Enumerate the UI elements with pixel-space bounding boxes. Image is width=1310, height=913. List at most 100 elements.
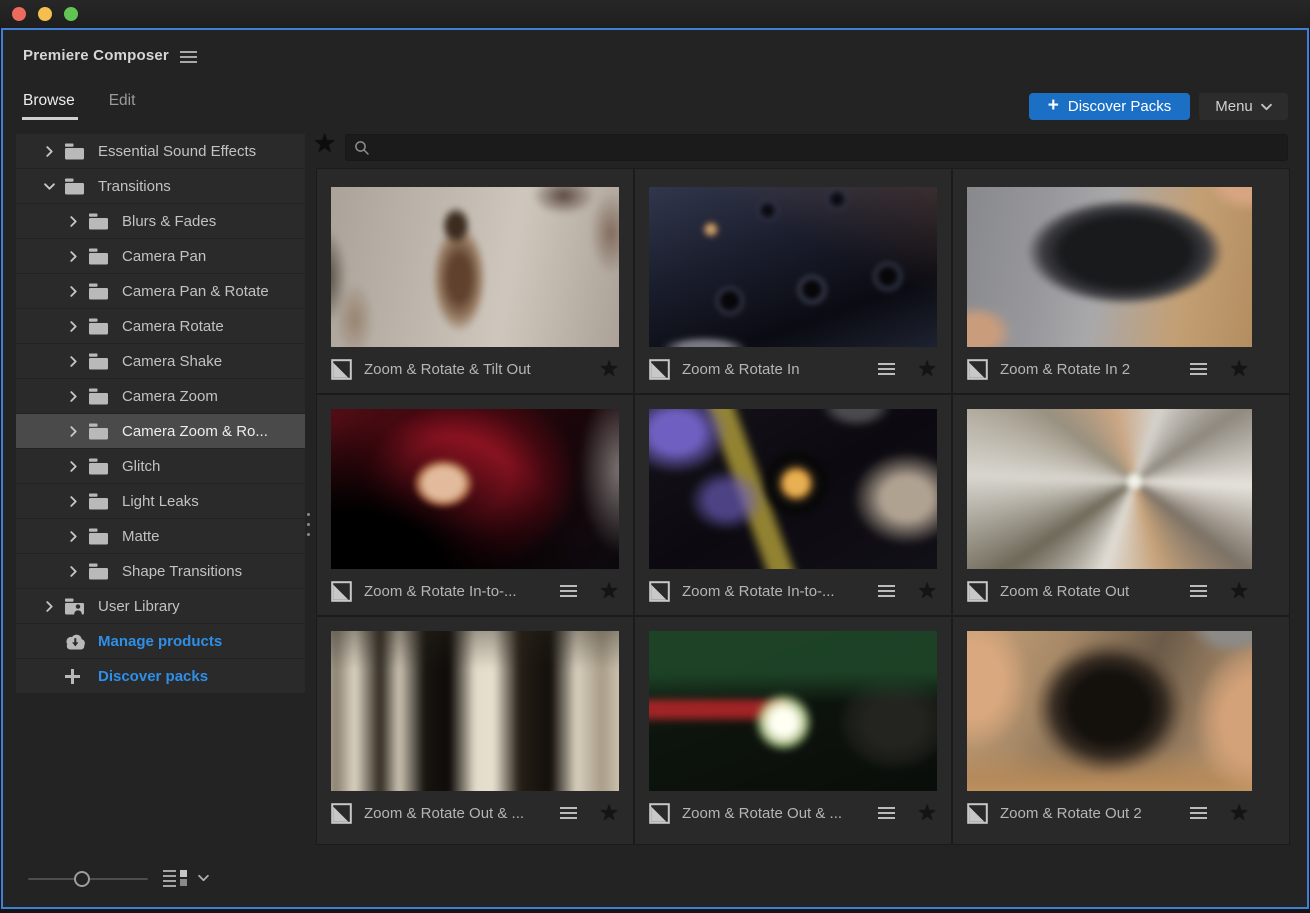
transition-card[interactable]: Zoom & Rotate Out 2 ★ <box>953 617 1289 844</box>
close-window-icon[interactable] <box>12 7 26 21</box>
favorite-star-icon[interactable]: ★ <box>1229 580 1249 602</box>
sidebar-item-user-library[interactable]: User Library <box>16 589 305 624</box>
search-input[interactable] <box>378 138 1279 157</box>
transition-card[interactable]: Zoom & Rotate In-to-... ★ <box>635 395 951 615</box>
sidebar-item-label: Manage products <box>98 632 223 650</box>
transition-card[interactable]: Zoom & Rotate In-to-... ★ <box>317 395 633 615</box>
card-options-menu-icon[interactable] <box>878 590 896 592</box>
transition-card[interactable]: Zoom & Rotate In ★ <box>635 169 951 393</box>
thumbnail-size-slider[interactable] <box>28 870 148 888</box>
thumbnail-image <box>649 187 937 347</box>
chevron-down-icon[interactable] <box>42 181 56 192</box>
sidebar-item-label: Camera Rotate <box>122 317 224 335</box>
sidebar-item-camera-pan[interactable]: Camera Pan <box>16 239 305 274</box>
sidebar-item-label: Camera Pan & Rotate <box>122 282 269 300</box>
transition-card[interactable]: Zoom & Rotate Out & ... ★ <box>317 617 633 844</box>
zoom-window-icon[interactable] <box>64 7 78 21</box>
slider-knob[interactable] <box>74 871 90 887</box>
active-tab-underline <box>22 117 78 120</box>
transition-thumbnail[interactable] <box>967 187 1252 347</box>
chevron-right-icon[interactable] <box>66 460 80 472</box>
card-options-menu-icon[interactable] <box>878 812 896 814</box>
minimize-window-icon[interactable] <box>38 7 52 21</box>
transition-thumbnail[interactable] <box>331 409 619 569</box>
chevron-right-icon[interactable] <box>66 495 80 507</box>
folder-icon <box>64 143 86 160</box>
chevron-down-icon <box>198 874 209 882</box>
panel-resize-handle[interactable] <box>304 504 312 544</box>
folder-icon <box>88 528 110 545</box>
transition-thumbnail[interactable] <box>331 631 619 791</box>
sidebar-item-manage-products[interactable]: Manage products <box>16 624 305 659</box>
sidebar-item-glitch[interactable]: Glitch <box>16 449 305 484</box>
panel-title: Premiere Composer <box>23 47 169 64</box>
discover-packs-button[interactable]: + Discover Packs <box>1029 93 1190 120</box>
transition-thumbnail[interactable] <box>649 409 937 569</box>
folder-icon <box>88 388 110 405</box>
panel-menu-icon[interactable] <box>180 51 197 63</box>
search-bar[interactable] <box>345 134 1288 161</box>
sidebar-item-camera-shake[interactable]: Camera Shake <box>16 344 305 379</box>
view-mode-toggle[interactable] <box>163 869 209 887</box>
sidebar-item-shape-transitions[interactable]: Shape Transitions <box>16 554 305 589</box>
favorite-star-icon[interactable]: ★ <box>599 580 619 602</box>
chevron-right-icon[interactable] <box>66 215 80 227</box>
chevron-right-icon[interactable] <box>66 425 80 437</box>
chevron-right-icon[interactable] <box>66 285 80 297</box>
transition-thumbnail[interactable] <box>649 631 937 791</box>
transition-name: Zoom & Rotate In 2 <box>1000 360 1131 378</box>
sidebar-item-light-leaks[interactable]: Light Leaks <box>16 484 305 519</box>
transition-type-icon <box>331 802 352 824</box>
sidebar-item-essential-sound-effects[interactable]: Essential Sound Effects <box>16 134 305 169</box>
sidebar-item-label: Light Leaks <box>122 492 199 510</box>
transition-card[interactable]: Zoom & Rotate & Tilt Out ★ <box>317 169 633 393</box>
card-options-menu-icon[interactable] <box>1190 590 1208 592</box>
favorites-filter-star-icon[interactable]: ★ <box>313 130 336 156</box>
folder-icon <box>88 493 110 510</box>
sidebar-item-camera-zoom-ro[interactable]: Camera Zoom & Ro... <box>16 414 305 449</box>
favorite-star-icon[interactable]: ★ <box>917 580 937 602</box>
transition-thumbnail[interactable] <box>649 187 937 347</box>
favorite-star-icon[interactable]: ★ <box>917 802 937 824</box>
transition-thumbnail[interactable] <box>967 409 1252 569</box>
favorite-star-icon[interactable]: ★ <box>599 358 619 380</box>
card-options-menu-icon[interactable] <box>878 368 896 370</box>
chevron-right-icon[interactable] <box>42 145 56 157</box>
chevron-right-icon[interactable] <box>66 355 80 367</box>
premiere-composer-panel: Premiere Composer Browse Edit + Discover… <box>1 28 1309 909</box>
chevron-right-icon[interactable] <box>66 320 80 332</box>
chevron-down-icon <box>1260 103 1272 110</box>
card-options-menu-icon[interactable] <box>1190 368 1208 370</box>
sidebar-item-camera-rotate[interactable]: Camera Rotate <box>16 309 305 344</box>
favorite-star-icon[interactable]: ★ <box>599 802 619 824</box>
sidebar-item-matte[interactable]: Matte <box>16 519 305 554</box>
sidebar-item-transitions[interactable]: Transitions <box>16 169 305 204</box>
favorite-star-icon[interactable]: ★ <box>1229 358 1249 380</box>
transition-card[interactable]: Zoom & Rotate Out & ... ★ <box>635 617 951 844</box>
favorite-star-icon[interactable]: ★ <box>917 358 937 380</box>
sidebar-item-discover-packs[interactable]: Discover packs <box>16 659 305 694</box>
sidebar-item-camera-pan-rotate[interactable]: Camera Pan & Rotate <box>16 274 305 309</box>
favorite-star-icon[interactable]: ★ <box>1229 802 1249 824</box>
chevron-right-icon[interactable] <box>66 530 80 542</box>
transition-name: Zoom & Rotate In-to-... <box>364 582 517 600</box>
menu-dropdown-button[interactable]: Menu <box>1199 93 1288 120</box>
transition-card[interactable]: Zoom & Rotate In 2 ★ <box>953 169 1289 393</box>
card-options-menu-icon[interactable] <box>1190 812 1208 814</box>
tab-browse[interactable]: Browse <box>22 92 78 120</box>
sidebar-item-label: Matte <box>122 527 160 545</box>
card-info-bar: Zoom & Rotate In-to-... ★ <box>635 569 951 613</box>
sidebar-item-camera-zoom[interactable]: Camera Zoom <box>16 379 305 414</box>
transition-card[interactable]: Zoom & Rotate Out ★ <box>953 395 1289 615</box>
chevron-right-icon[interactable] <box>42 600 56 612</box>
chevron-right-icon[interactable] <box>66 250 80 262</box>
card-options-menu-icon[interactable] <box>560 812 578 814</box>
chevron-right-icon[interactable] <box>66 565 80 577</box>
card-options-menu-icon[interactable] <box>560 590 578 592</box>
tab-edit[interactable]: Edit <box>109 92 136 120</box>
chevron-right-icon[interactable] <box>66 390 80 402</box>
folder-icon <box>88 423 110 440</box>
sidebar-item-blurs-fades[interactable]: Blurs & Fades <box>16 204 305 239</box>
transition-thumbnail[interactable] <box>967 631 1252 791</box>
transition-thumbnail[interactable] <box>331 187 619 347</box>
